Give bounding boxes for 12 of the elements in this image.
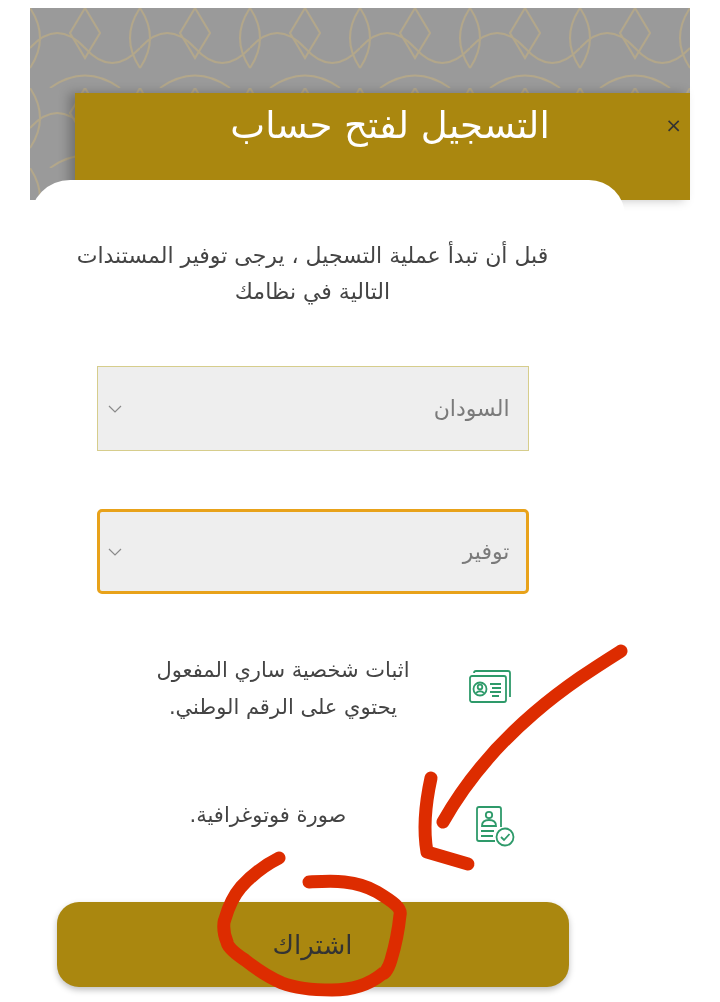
chevron-down-icon (107, 404, 122, 413)
dialog-title: التسجيل لفتح حساب (230, 103, 550, 149)
dropdown-field[interactable]: توفير (96, 509, 529, 594)
close-button[interactable]: × (663, 115, 684, 135)
requirement-text: اثبات شخصية ساري المفعول يحتوي على الرقم الوطني. (155, 657, 411, 721)
chevron-down-icon (107, 547, 122, 556)
requirement-text: صورة فوتوغرافية. (188, 802, 348, 829)
photo-id-check-icon (475, 805, 515, 847)
intro-text: قبل أن تبدأ عملية التسجيل ، يرجى توفير المستندات التالية في نظامك (75, 240, 550, 307)
id-card-icon (468, 668, 512, 706)
subscribe-button[interactable]: اشتراك (56, 902, 569, 987)
dropdown-field[interactable]: السودان (96, 366, 529, 451)
